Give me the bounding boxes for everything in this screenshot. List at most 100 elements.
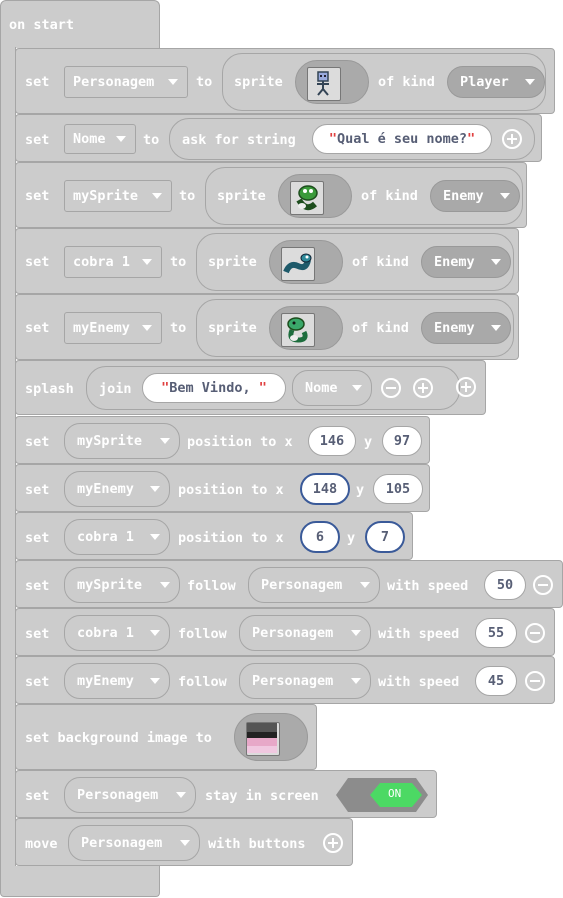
set-background-image-block[interactable]: set background image to [15, 704, 317, 770]
set-keyword: set [25, 320, 50, 336]
sprite-of-kind-reporter[interactable]: sprite of kind Enemy [196, 299, 514, 357]
join-text-field[interactable]: " Bem Vindo, " [142, 373, 286, 403]
x-field[interactable]: 148 [300, 473, 350, 505]
on-toggle[interactable]: ON [336, 778, 428, 812]
move-with-buttons-block[interactable]: move Personagem with buttons [15, 818, 353, 866]
sprite-of-kind-reporter[interactable]: sprite of kind Enemy [205, 167, 523, 225]
sprite-label: sprite [217, 188, 266, 204]
speed-value: 45 [487, 673, 505, 689]
variable-label: mySprite [77, 577, 143, 593]
variable-dropdown[interactable]: Nome [292, 370, 372, 406]
variable-dropdown[interactable]: myEnemy [64, 471, 170, 507]
speed-field[interactable]: 45 [475, 666, 517, 696]
of-kind-label: of kind [352, 254, 409, 270]
add-circle-icon[interactable] [323, 833, 343, 853]
variable-dropdown[interactable]: Nome [64, 124, 136, 154]
with-speed-label: with speed [378, 626, 460, 642]
variable-dropdown[interactable]: myEnemy [64, 663, 170, 699]
follow-target-dropdown[interactable]: Personagem [248, 567, 380, 603]
set-position-block[interactable]: set myEnemy position to x 148 y 105 [15, 464, 430, 512]
kind-dropdown[interactable]: Enemy [421, 246, 511, 278]
chevron-down-icon [180, 840, 190, 846]
variable-label: Personagem [73, 74, 155, 90]
set-follow-block[interactable]: set myEnemy follow Personagem with speed… [15, 656, 555, 704]
y-value: 7 [380, 529, 390, 545]
splash-block[interactable]: splash join " Bem Vindo, " Nome [15, 360, 486, 415]
variable-dropdown[interactable]: cobra 1 [64, 519, 170, 555]
join-text: Bem Vindo, [169, 380, 259, 396]
remove-circle-icon[interactable] [525, 671, 545, 691]
follow-label: follow [178, 674, 227, 690]
variable-label: Personagem [77, 787, 159, 803]
variable-dropdown[interactable]: cobra 1 [64, 246, 162, 278]
set-follow-block[interactable]: set cobra 1 follow Personagem with speed… [15, 608, 555, 656]
y-field[interactable]: 105 [373, 474, 423, 504]
chevron-down-icon [160, 582, 170, 588]
follow-target-dropdown[interactable]: Personagem [239, 615, 371, 651]
sprite-of-kind-reporter[interactable]: sprite of kind Enemy [196, 233, 514, 291]
add-circle-icon[interactable] [456, 377, 476, 397]
add-circle-icon[interactable] [502, 129, 522, 149]
y-label: y [347, 530, 356, 546]
speed-field[interactable]: 50 [484, 570, 526, 600]
variable-dropdown[interactable]: mySprite [64, 180, 172, 212]
variable-dropdown[interactable]: cobra 1 [64, 615, 170, 651]
set-stay-in-screen-block[interactable]: set Personagem stay in screen ON [15, 770, 437, 818]
on-start-hat[interactable]: on start [0, 0, 160, 48]
follow-target-dropdown[interactable]: Personagem [239, 663, 371, 699]
chevron-down-icon [360, 582, 370, 588]
speed-field[interactable]: 55 [475, 618, 517, 648]
chevron-down-icon [491, 325, 501, 331]
set-keyword: set [25, 530, 50, 546]
kind-dropdown[interactable]: Enemy [421, 312, 511, 344]
to-label: to [170, 254, 187, 270]
variable-dropdown[interactable]: Personagem [64, 777, 196, 813]
set-position-block[interactable]: set mySprite position to x 146 y 97 [15, 416, 430, 464]
sprite-image-picker[interactable] [269, 240, 343, 284]
prompt-text-field[interactable]: " Qual é seu nome? " [312, 124, 492, 154]
set-sprite-block[interactable]: set Personagem to sprite of kind Player [15, 48, 555, 114]
kind-dropdown[interactable]: Enemy [430, 180, 520, 212]
set-ask-string-block[interactable]: set Nome to ask for string " Qual é seu n… [15, 114, 542, 162]
sprite-of-kind-reporter[interactable]: sprite of kind Player [222, 53, 546, 111]
set-sprite-block[interactable]: set myEnemy to sprite of kind Enemy [15, 294, 519, 360]
set-keyword: set [25, 254, 50, 270]
follow-label: follow [178, 626, 227, 642]
variable-dropdown[interactable]: Personagem [68, 825, 200, 861]
chevron-down-icon [352, 385, 362, 391]
join-reporter[interactable]: join " Bem Vindo, " Nome [86, 366, 460, 410]
variable-dropdown[interactable]: mySprite [64, 423, 180, 459]
set-sprite-block[interactable]: set mySprite to sprite of kind Enemy [15, 162, 527, 228]
add-circle-icon[interactable] [413, 378, 433, 398]
y-field[interactable]: 7 [365, 521, 405, 553]
y-field[interactable]: 97 [382, 426, 422, 456]
sprite-image-picker[interactable] [278, 174, 352, 218]
with-buttons-label: with buttons [208, 836, 306, 852]
remove-circle-icon[interactable] [381, 378, 401, 398]
on-start-label: on start [9, 17, 75, 33]
set-sprite-block[interactable]: set cobra 1 to sprite of kind Enemy [15, 228, 519, 294]
set-follow-block[interactable]: set mySprite follow Personagem with spee… [15, 560, 563, 608]
chevron-down-icon [168, 79, 178, 85]
sprite-image-picker[interactable] [295, 60, 369, 104]
x-field[interactable]: 6 [300, 521, 340, 553]
variable-dropdown[interactable]: myEnemy [64, 312, 162, 344]
remove-circle-icon[interactable] [533, 575, 553, 595]
kind-dropdown[interactable]: Player [447, 66, 545, 98]
chevron-down-icon [150, 630, 160, 636]
chevron-down-icon [525, 79, 535, 85]
set-keyword: set [25, 578, 50, 594]
x-field[interactable]: 146 [308, 426, 356, 456]
remove-circle-icon[interactable] [525, 623, 545, 643]
set-keyword: set [25, 482, 50, 498]
variable-dropdown[interactable]: mySprite [64, 567, 180, 603]
ask-for-string-reporter[interactable]: ask for string " Qual é seu nome? " [169, 118, 535, 160]
y-value: 97 [393, 433, 411, 449]
join-label: join [99, 381, 132, 397]
set-position-block[interactable]: set cobra 1 position to x 6 y 7 [15, 512, 413, 560]
background-image-picker[interactable] [234, 713, 308, 761]
target-label: Personagem [252, 673, 334, 689]
set-keyword: set [25, 674, 50, 690]
sprite-image-picker[interactable] [269, 306, 343, 350]
variable-dropdown[interactable]: Personagem [64, 66, 188, 98]
